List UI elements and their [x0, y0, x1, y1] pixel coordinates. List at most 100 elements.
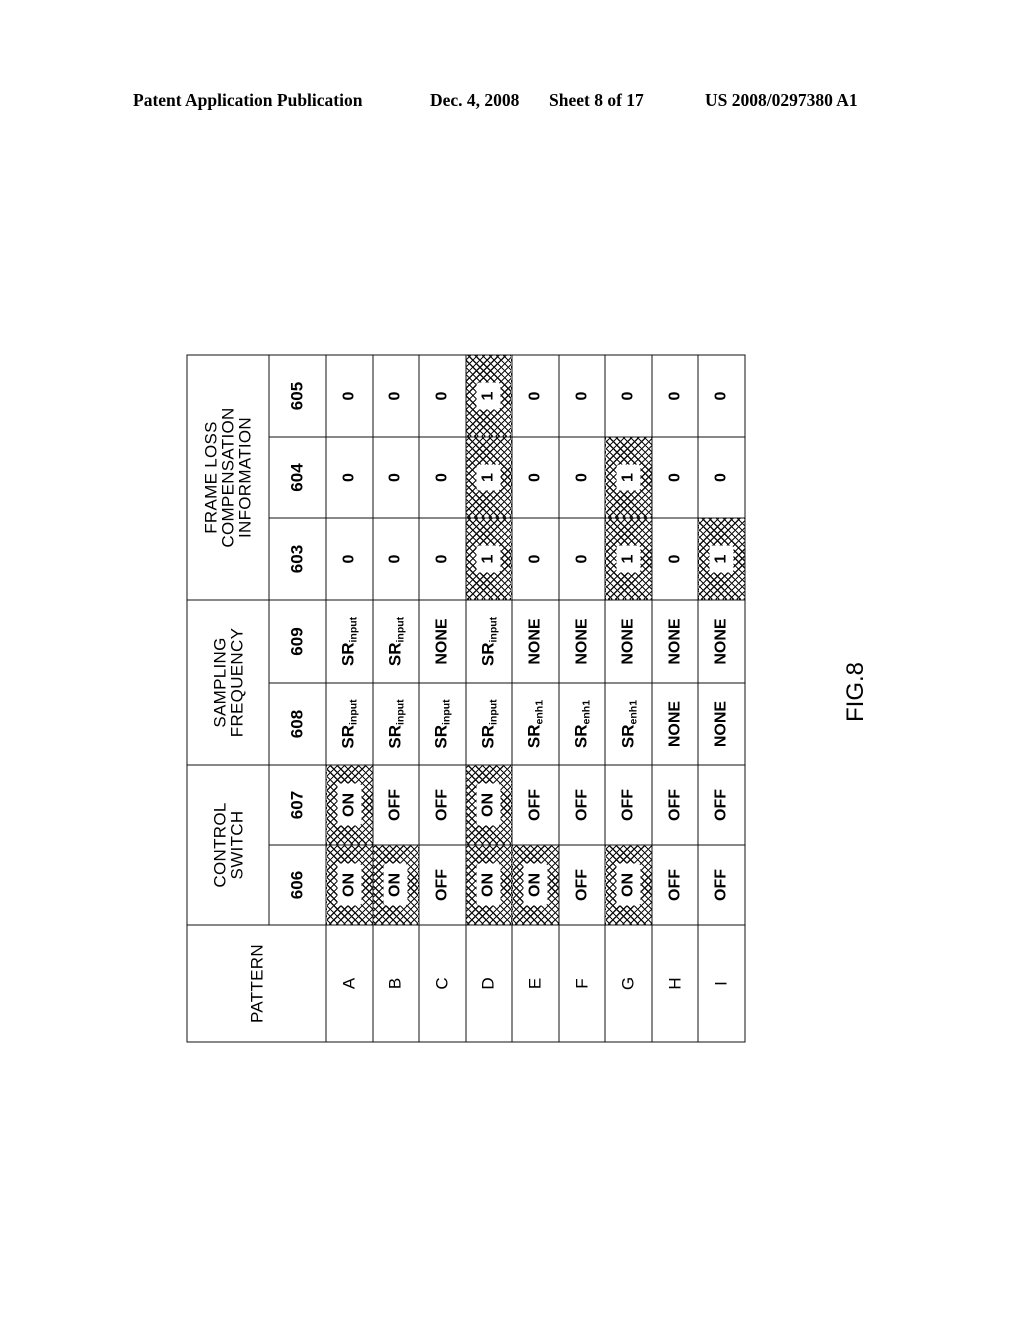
cell-c604: 0	[651, 436, 698, 518]
cell-value: NONE	[572, 617, 590, 665]
publication-date: Dec. 4, 2008	[430, 90, 520, 110]
table-row: A ON ON SRinput SRinput 0 0 0	[325, 354, 373, 1042]
cell-value: OFF	[619, 788, 637, 821]
cell-value: 1	[476, 463, 501, 491]
cell-c605: 0	[372, 354, 419, 437]
cell-subscript: input	[393, 698, 406, 725]
patent-number: US 2008/0297380 A1	[705, 90, 858, 110]
cell-value: 0	[339, 472, 357, 482]
column-header-605: 605	[268, 354, 326, 437]
cell-value: G	[618, 976, 638, 990]
cell-subscript: input	[440, 698, 453, 725]
cell-value: SR	[338, 642, 358, 666]
cell-value: 1	[616, 463, 641, 491]
column-header-607: 607	[268, 764, 326, 845]
frame-loss-header: FRAME LOSS COMPENSATION INFORMATION	[186, 354, 269, 600]
cell-c603: 0	[511, 517, 559, 600]
cell-value: 1	[476, 545, 501, 572]
cell-value: NONE	[665, 700, 683, 747]
cell-pattern: B	[372, 924, 419, 1042]
cell-c604: 0	[418, 436, 466, 518]
cell-c609: SRinput	[325, 599, 373, 683]
cell-c606: OFF	[558, 844, 605, 925]
figure-label: FIG.8	[842, 661, 869, 722]
cell-value: 1	[616, 545, 641, 572]
cell-c604: 1	[465, 436, 512, 518]
cell-pattern: I	[697, 924, 745, 1042]
cell-value: OFF	[572, 868, 590, 901]
cell-value: NONE	[712, 700, 730, 747]
sampling-label-line1: SAMPLING	[209, 636, 229, 728]
cell-c604: 0	[558, 436, 605, 518]
cell-c607: ON	[325, 764, 373, 845]
cell-pattern: F	[558, 924, 605, 1042]
cell-c608: SRenh1	[604, 682, 652, 765]
table-row: D ON ON SRinput SRinput 1 1 1	[465, 354, 512, 1042]
cell-value: 0	[432, 472, 450, 482]
cell-value: 0	[386, 472, 404, 482]
cell-value: 0	[665, 554, 683, 563]
cell-c605: 1	[465, 354, 512, 437]
cell-value: 0	[665, 391, 683, 400]
cell-value: I	[711, 980, 731, 986]
cell-value: NONE	[712, 617, 730, 665]
pattern-header-label: PATTERN	[246, 943, 266, 1023]
cell-value: D	[478, 976, 498, 990]
cell-c609: SRinput	[465, 599, 512, 683]
cell-value: SR	[384, 724, 404, 749]
cell-value: SR	[477, 724, 497, 749]
cell-value: A	[338, 977, 358, 989]
table-row: H OFF OFF NONE NONE 0 0 0	[651, 354, 698, 1042]
cell-value: 0	[665, 472, 683, 482]
pattern-table-rotated: PATTERN CONTROL SWITCH SAMPLING FREQUENC…	[186, 354, 745, 1042]
cell-value: H	[664, 976, 684, 990]
cell-value: OFF	[665, 868, 683, 901]
cell-value: OFF	[712, 788, 730, 821]
pattern-rows: A ON ON SRinput SRinput 0 0 0 B ON OFF SRinput SRinp…	[325, 354, 745, 1042]
cell-c606: ON	[325, 844, 373, 925]
table-row: E ON OFF SRenh1 NONE 0 0 0	[511, 354, 559, 1042]
cell-c604: 0	[511, 436, 559, 518]
table-row: C OFF OFF SRinput NONE 0 0 0	[418, 354, 466, 1042]
cell-c608: SRenh1	[558, 682, 605, 765]
cell-c603: 1	[697, 517, 745, 600]
cell-value: SR	[477, 642, 497, 666]
cell-subscript: input	[347, 616, 360, 643]
cell-value: OFF	[525, 788, 543, 821]
cell-value: 0	[712, 472, 730, 482]
cell-c603: 0	[651, 517, 698, 600]
cell-value: ON	[476, 863, 501, 906]
cell-value: 0	[432, 391, 450, 400]
cell-c607: ON	[465, 764, 512, 845]
cell-value: OFF	[432, 788, 450, 821]
cell-pattern: C	[418, 924, 466, 1042]
cell-c605: 0	[558, 354, 605, 437]
cell-value: 0	[386, 554, 404, 563]
sheet-number: Sheet 8 of 17	[549, 90, 644, 110]
column-header-603: 603	[268, 517, 326, 600]
cell-c607: OFF	[511, 764, 559, 845]
table-row: F OFF OFF SRenh1 NONE 0 0 0	[558, 354, 605, 1042]
cell-c607: OFF	[372, 764, 419, 845]
cell-value: SR	[571, 723, 590, 748]
cell-value: ON	[522, 863, 547, 906]
column-header-608: 608	[268, 682, 326, 765]
cell-c603: 1	[465, 517, 512, 600]
cell-value: 0	[386, 391, 404, 400]
cell-value: SR	[384, 642, 404, 666]
publication-title: Patent Application Publication	[133, 90, 363, 110]
cell-pattern: G	[604, 924, 652, 1042]
cell-c606: OFF	[418, 844, 466, 925]
cell-pattern: D	[465, 924, 512, 1042]
cell-c609: NONE	[418, 599, 466, 683]
cell-value: C	[431, 976, 451, 990]
cell-value: 0	[525, 554, 543, 563]
frame-loss-label-line1: FRAME LOSS	[201, 420, 220, 534]
cell-c608: SRinput	[418, 682, 466, 765]
cell-subscript: input	[393, 616, 406, 643]
cell-value: E	[524, 977, 544, 989]
cell-value: 0	[572, 472, 590, 482]
cell-c603: 0	[372, 517, 419, 600]
cell-c608: NONE	[651, 682, 698, 765]
cell-subscript: enh1	[533, 699, 546, 724]
